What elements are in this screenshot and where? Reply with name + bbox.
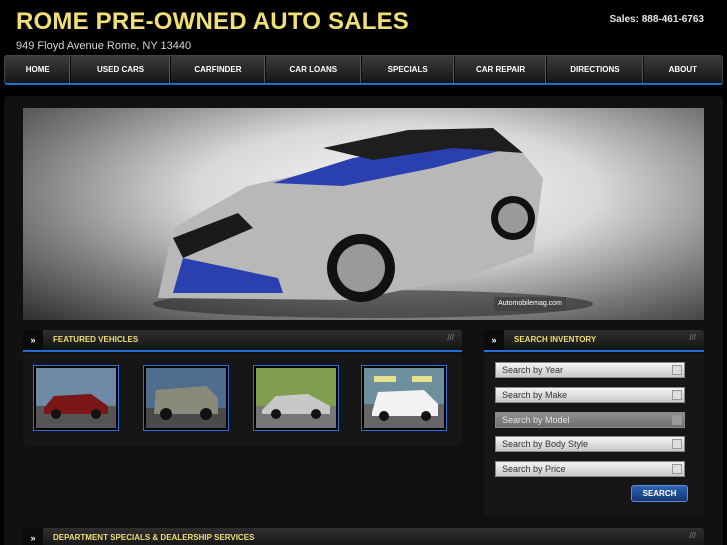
search-price-select[interactable]: Search by Price (495, 461, 685, 477)
search-body-style-label: Search by Body Style (502, 439, 589, 449)
search-make-select[interactable]: Search by Make (495, 387, 685, 403)
nav-used-cars[interactable]: USED CARS (71, 56, 171, 83)
search-inventory-header: » SEARCH INVENTORY /// (484, 330, 704, 352)
specials-header: » DEPARTMENT SPECIALS & DEALERSHIP SERVI… (23, 528, 704, 545)
search-button[interactable]: SEARCH (631, 485, 688, 502)
photo-credit: Automobilemag.com (494, 297, 566, 311)
sales-phone[interactable]: Sales: 888-461-6763 (609, 14, 704, 25)
search-inventory-title: SEARCH INVENTORY (514, 335, 597, 344)
featured-vehicle-4[interactable] (361, 365, 447, 431)
search-model-select[interactable]: Search by Model (495, 412, 685, 428)
specials-title: DEPARTMENT SPECIALS & DEALERSHIP SERVICE… (53, 533, 255, 542)
search-model-label: Search by Model (502, 415, 570, 425)
dropdown-arrow-icon (672, 365, 682, 375)
search-make-label: Search by Make (502, 390, 568, 400)
double-chevron-icon: » (484, 330, 504, 350)
silver-sedan-photo (256, 368, 336, 428)
silver-suv-photo (146, 368, 226, 428)
nav-car-loans[interactable]: CAR LOANS (266, 56, 362, 83)
nav-specials[interactable]: SPECIALS (362, 56, 455, 83)
slash-decoration: /// (689, 531, 696, 540)
featured-vehicles-header: » FEATURED VEHICLES /// (23, 330, 462, 352)
nav-about[interactable]: ABOUT (644, 56, 722, 83)
main-nav: HOME USED CARS CARFINDER CAR LOANS SPECI… (4, 55, 723, 85)
mustang-car-image (153, 128, 593, 318)
nav-car-repair[interactable]: CAR REPAIR (455, 56, 548, 83)
red-sedan-photo (36, 368, 116, 428)
site-title[interactable]: ROME PRE-OWNED AUTO SALES (16, 8, 409, 36)
double-chevron-icon: » (23, 330, 43, 350)
nav-directions[interactable]: DIRECTIONS (547, 56, 644, 83)
dealer-address: 949 Floyd Avenue Rome, NY 13440 (16, 40, 192, 52)
dropdown-arrow-icon (672, 439, 682, 449)
dropdown-arrow-icon (672, 390, 682, 400)
hero-banner (23, 108, 704, 320)
search-price-label: Search by Price (502, 464, 566, 474)
nav-home[interactable]: HOME (5, 56, 72, 83)
search-body-style-select[interactable]: Search by Body Style (495, 436, 685, 452)
search-year-label: Search by Year (502, 365, 564, 375)
double-chevron-icon: » (23, 528, 43, 545)
dropdown-arrow-icon (672, 415, 682, 425)
slash-decoration: /// (447, 333, 454, 342)
featured-vehicle-3[interactable] (253, 365, 339, 431)
featured-vehicle-2[interactable] (143, 365, 229, 431)
featured-vehicles-title: FEATURED VEHICLES (53, 335, 139, 344)
site-header: ROME PRE-OWNED AUTO SALES 949 Floyd Aven… (0, 0, 727, 56)
featured-vehicle-1[interactable] (33, 365, 119, 431)
slash-decoration: /// (689, 333, 696, 342)
dropdown-arrow-icon (672, 464, 682, 474)
nav-carfinder[interactable]: CARFINDER (171, 56, 267, 83)
search-year-select[interactable]: Search by Year (495, 362, 685, 378)
white-sedan-photo (364, 368, 444, 428)
